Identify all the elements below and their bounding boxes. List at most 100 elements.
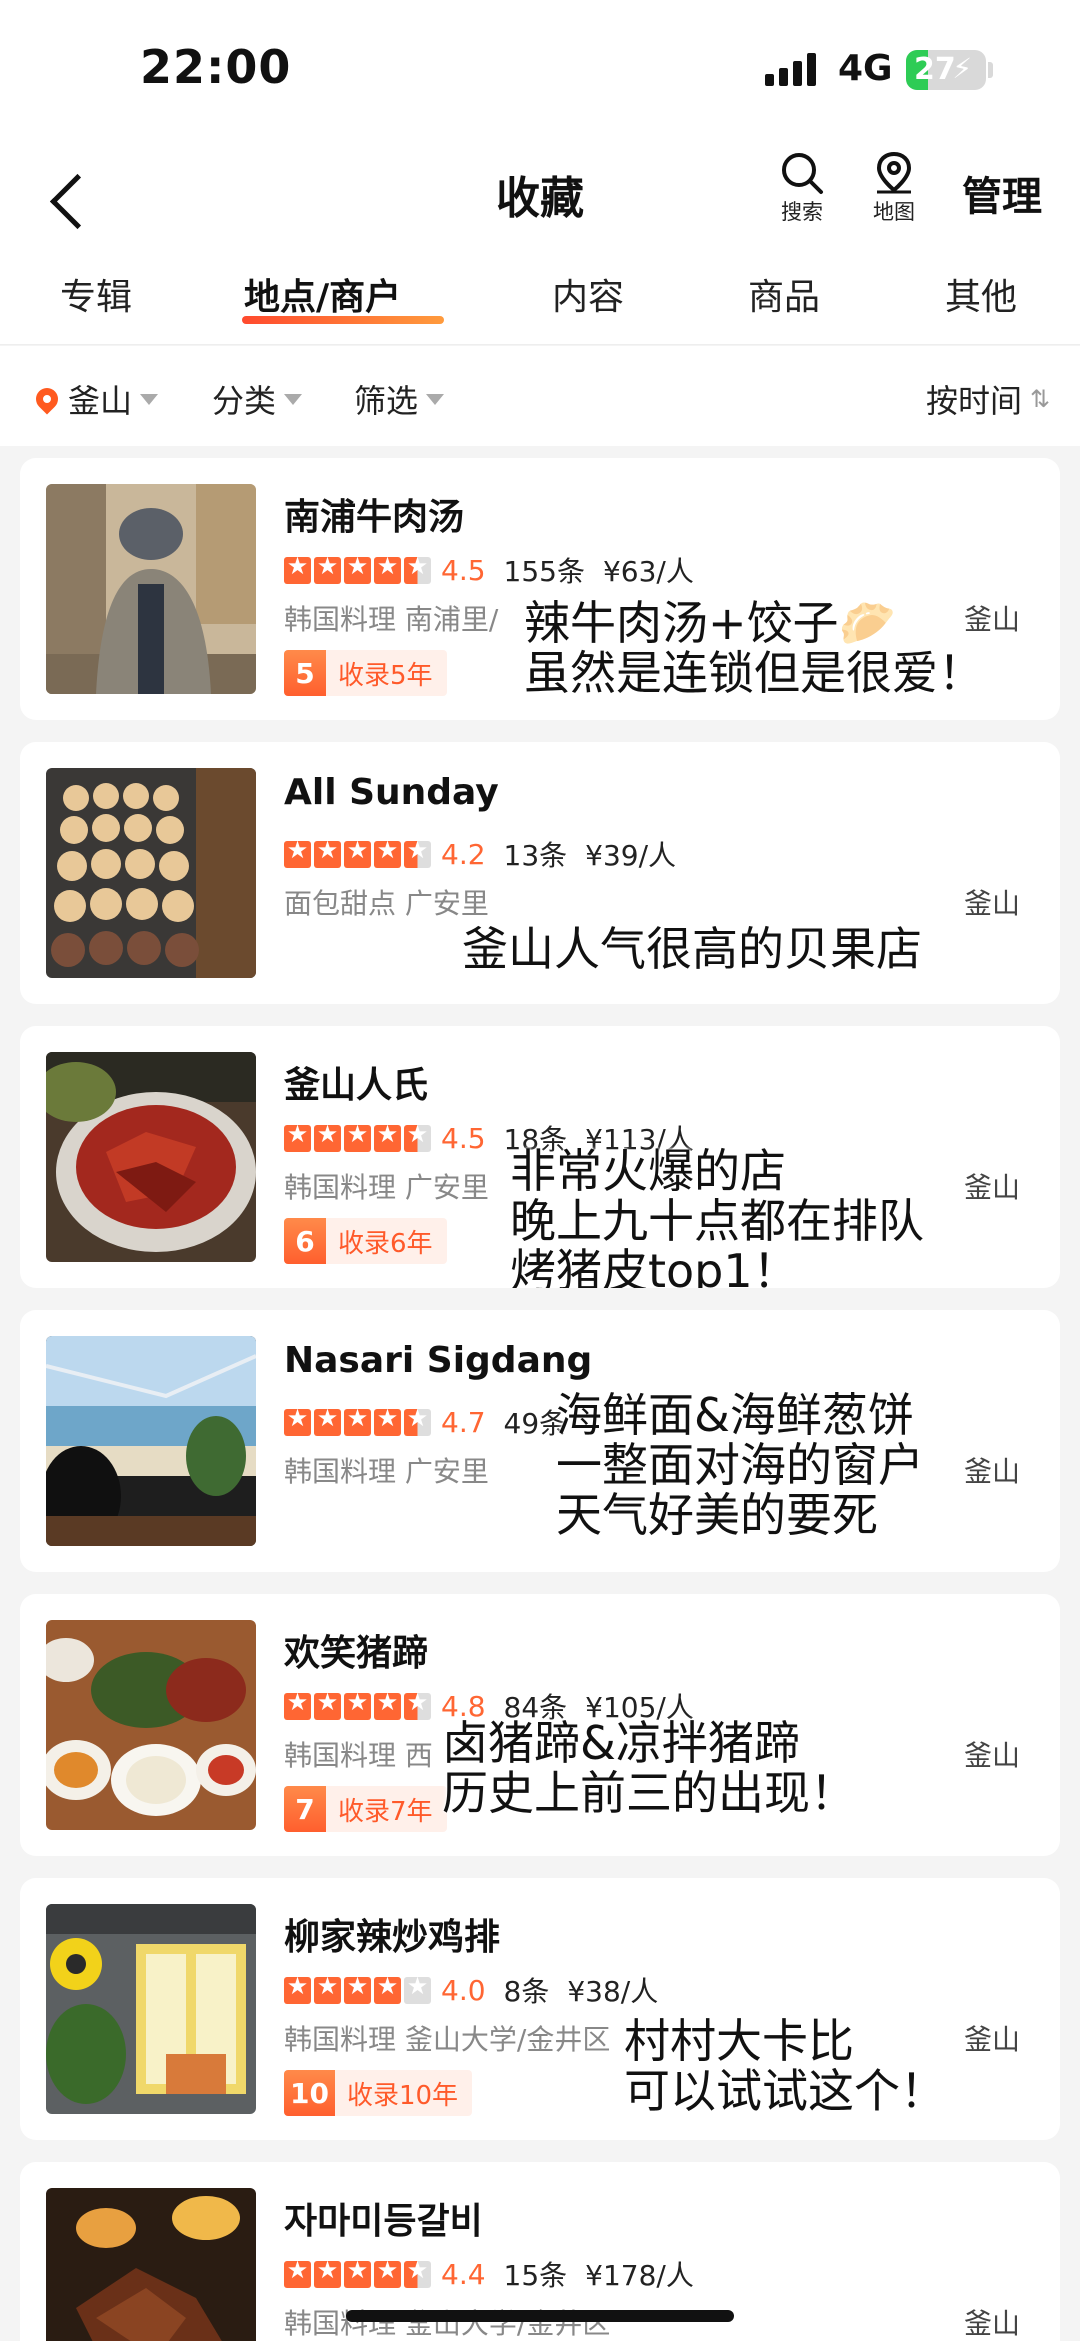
star-icon — [314, 552, 341, 584]
city-label: 釜山 — [963, 1455, 1020, 1488]
badge-text: 收录6年 — [338, 1228, 433, 1259]
star-icon — [374, 1688, 401, 1720]
location-pin-icon — [31, 383, 63, 415]
place-name: 釜山人氏 — [284, 1065, 429, 1106]
food-table-icon — [46, 1620, 256, 1830]
star-icon — [344, 1120, 371, 1152]
handwritten-note: 辣牛肉汤+饺子🥟 虽然是连锁但是很爱！ — [524, 598, 984, 698]
status-bar: 22:00 4G 27 ⚡ — [0, 0, 1080, 140]
star-icon — [374, 1404, 401, 1436]
saved-years-badge: 10 收录10年 — [284, 2070, 473, 2116]
search-button[interactable]: 搜索 — [762, 150, 842, 226]
note-line: 釜山人气很高的贝果店 — [462, 922, 922, 976]
sea-view-icon — [46, 1336, 256, 1546]
star-icon — [284, 552, 311, 584]
ribs-icon — [46, 2188, 256, 2341]
signal-icon — [765, 52, 816, 86]
tab-label: 内容 — [552, 277, 625, 318]
rating-score: 4.5 — [441, 553, 486, 587]
tab-albums[interactable]: 专辑 — [60, 268, 132, 320]
star-icon — [374, 1972, 401, 2004]
battery-cap — [988, 62, 993, 78]
map-label: 地图 — [873, 200, 915, 224]
category-area: 韩国料理 釜山大学/金井区 — [284, 2023, 611, 2056]
category-area: 面包甜点 广安里 — [284, 887, 489, 920]
note-line: 历史上前三的出现！ — [442, 1766, 856, 1820]
battery-level: 27 — [914, 52, 956, 87]
star-icon — [404, 836, 431, 868]
badge-number: 6 — [284, 1218, 326, 1264]
star-rating — [284, 1972, 431, 2004]
star-rating — [284, 552, 431, 584]
star-icon — [344, 836, 371, 868]
star-icon — [344, 552, 371, 584]
chevron-down-icon — [140, 393, 159, 405]
note-line: 虽然是连锁但是很爱！ — [524, 646, 984, 700]
star-icon — [404, 1688, 431, 1720]
city-label: 釜山 — [963, 1739, 1020, 1772]
star-icon — [314, 2256, 341, 2288]
manage-button[interactable]: 管理 — [962, 164, 1042, 222]
category-tabs: 专辑 地点/商户 内容 商品 其他 — [0, 260, 1080, 345]
star-icon — [344, 1972, 371, 2004]
tab-products[interactable]: 商品 — [748, 268, 820, 320]
star-icon — [314, 1688, 341, 1720]
star-icon — [374, 836, 401, 868]
search-icon — [782, 153, 823, 194]
rating-score: 4.5 — [441, 1121, 486, 1155]
star-rating — [284, 1404, 431, 1436]
rating-row: 4.4 15条 ¥178/人 — [284, 2254, 712, 2294]
nav-bar: 收藏 搜索 地图 管理 — [0, 140, 1080, 260]
tab-places[interactable]: 地点/商户 — [242, 268, 444, 324]
badge-number: 7 — [284, 1786, 326, 1832]
home-indicator — [346, 2310, 734, 2322]
category-area: 韩国料理 西 — [284, 1739, 433, 1772]
star-icon — [404, 1972, 431, 2004]
saved-years-badge: 6 收录6年 — [284, 1218, 447, 1264]
rating-score: 4.4 — [441, 2257, 486, 2291]
city-filter-label: 釜山 — [68, 382, 133, 420]
review-count: 15条 — [503, 2259, 568, 2292]
status-time: 22:00 — [140, 40, 292, 94]
city-filter[interactable]: 釜山 — [31, 376, 159, 422]
star-rating — [284, 1688, 431, 1720]
rating-row: 4.5 155条 ¥63/人 — [284, 550, 712, 590]
screen-filter-label: 筛选 — [354, 382, 419, 420]
star-icon — [404, 1120, 431, 1152]
place-card[interactable]: All Sunday 4.2 13条 ¥39/人 面包甜点 广安里 釜山 釜山人… — [20, 742, 1060, 1004]
star-rating — [284, 2256, 431, 2288]
tab-other[interactable]: 其他 — [945, 268, 1017, 320]
note-line: 非常火爆的店 — [510, 1144, 786, 1198]
rating-row: 4.0 8条 ¥38/人 — [284, 1970, 676, 2010]
screen-filter[interactable]: 筛选 — [354, 376, 445, 422]
city-label: 釜山 — [963, 1171, 1020, 1204]
star-icon — [284, 836, 311, 868]
handwritten-note: 非常火爆的店 晚上九十点都在排队 烤猪皮top1！ — [510, 1146, 924, 1288]
place-card[interactable]: 釜山人氏 4.5 18条 ¥113/人 韩国料理 广安里 釜山 6 收录6年 非… — [20, 1026, 1060, 1288]
place-card[interactable]: Nasari Sigdang 4.7 49条 韩国料理 广安里 釜山 海鲜面&海… — [20, 1310, 1060, 1572]
place-card[interactable]: 欢笑猪蹄 4.8 84条 ¥105/人 韩国料理 西 釜山 7 收录7年 卤猪蹄… — [20, 1594, 1060, 1856]
star-icon — [314, 1120, 341, 1152]
price-per-person: ¥39/人 — [585, 839, 677, 872]
badge-number: 10 — [284, 2070, 335, 2116]
map-button[interactable]: 地图 — [854, 150, 934, 226]
tab-content[interactable]: 内容 — [552, 268, 624, 320]
sort-control[interactable]: 按时间 ⇅ — [926, 376, 1050, 422]
star-icon — [314, 1404, 341, 1436]
handwritten-note: 釜山人气很高的贝果店 — [462, 924, 922, 974]
star-icon — [374, 1120, 401, 1152]
tab-label: 商品 — [748, 277, 821, 318]
star-icon — [344, 2256, 371, 2288]
price-per-person: ¥178/人 — [585, 2259, 694, 2292]
bagel-tray-icon — [46, 768, 256, 978]
place-name: 欢笑猪蹄 — [284, 1633, 429, 1674]
review-count: 8条 — [503, 1975, 550, 2008]
review-count: 13条 — [503, 839, 568, 872]
star-icon — [374, 552, 401, 584]
category-filter[interactable]: 分类 — [212, 376, 303, 422]
place-card[interactable]: 南浦牛肉汤 4.5 155条 ¥63/人 韩国料理 南浦里/ 釜山 5 收录5年… — [20, 458, 1060, 720]
handwritten-note: 海鲜面&海鲜葱饼 一整面对海的窗户 天气好美的要死 — [556, 1390, 924, 1540]
place-card[interactable]: 柳家辣炒鸡排 4.0 8条 ¥38/人 韩国料理 釜山大学/金井区 釜山 10 … — [20, 1878, 1060, 2140]
star-icon — [374, 2256, 401, 2288]
tab-label: 地点/商户 — [244, 277, 402, 318]
